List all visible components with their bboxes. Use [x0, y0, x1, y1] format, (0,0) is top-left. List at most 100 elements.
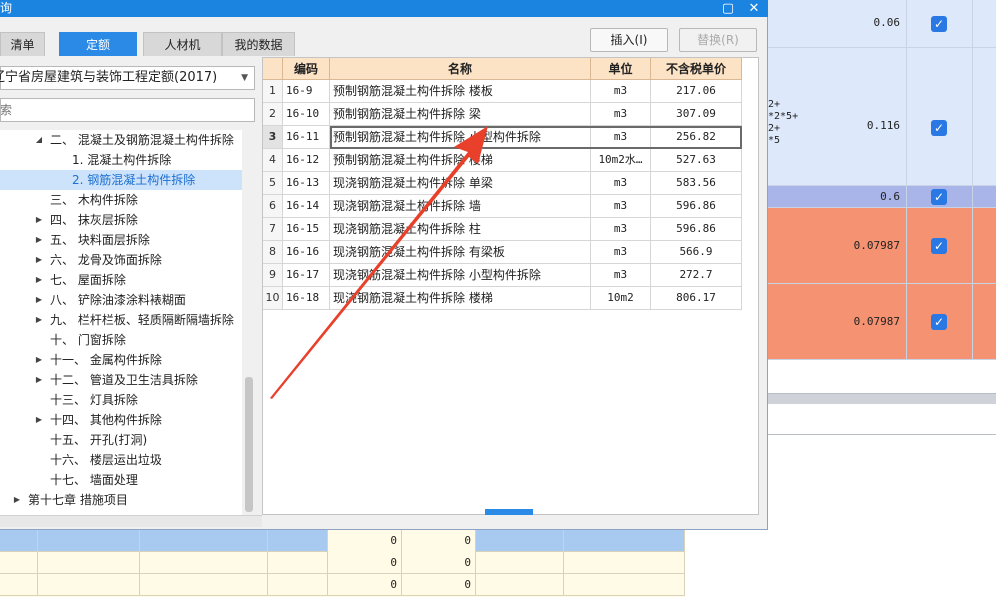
- table-row[interactable]: 1 16-9 预制钢筋混凝土构件拆除 楼板 m3 217.06: [263, 80, 742, 103]
- chapter-tree: ◢ 二、 混凝土及钢筋混凝土构件拆除 1. 混凝土构件拆除 2. 钢筋混凝土构件拆除三…: [0, 130, 242, 515]
- checkbox-checked-icon[interactable]: ✓: [931, 189, 947, 205]
- tree-node[interactable]: ▶ 七、 屋面拆除: [0, 270, 242, 290]
- checkbox-checked-icon[interactable]: ✓: [931, 120, 947, 136]
- collapsed-triangle-icon[interactable]: ▶: [12, 490, 22, 510]
- checkbox-checked-icon[interactable]: ✓: [931, 16, 947, 32]
- maximize-icon[interactable]: ▢: [719, 0, 737, 17]
- collapsed-triangle-icon[interactable]: ▶: [34, 210, 44, 230]
- collapsed-triangle-icon[interactable]: ▶: [34, 310, 44, 330]
- cell-code: 16-10: [283, 103, 330, 126]
- cell-name: 现浇钢筋混凝土构件拆除 柱: [330, 218, 591, 241]
- cell-name: 预制钢筋混凝土构件拆除 楼梯: [330, 149, 591, 172]
- tree-node[interactable]: ▶ 十二、 管道及卫生洁具拆除: [0, 370, 242, 390]
- tree-node[interactable]: ▶ 第十七章 措施项目: [0, 490, 242, 510]
- tree-node[interactable]: 2. 钢筋混凝土构件拆除: [0, 170, 242, 190]
- replace-button[interactable]: 替换(R): [679, 28, 757, 52]
- cell-code: 16-13: [283, 172, 330, 195]
- column-header-unit[interactable]: 单位: [591, 58, 651, 80]
- bg-cell: 0: [402, 574, 476, 596]
- collapsed-triangle-icon[interactable]: ▶: [34, 370, 44, 390]
- search-input[interactable]: [0, 98, 255, 122]
- expanded-triangle-icon[interactable]: ◢: [34, 130, 44, 150]
- table-row[interactable]: 8 16-16 现浇钢筋混凝土构件拆除 有梁板 m3 566.9: [263, 241, 742, 264]
- collapsed-triangle-icon[interactable]: ▶: [34, 270, 44, 290]
- tree-node[interactable]: 十五、 开孔(打洞): [0, 430, 242, 450]
- tree-node-label: 二、 混凝土及钢筋混凝土构件拆除: [50, 133, 234, 147]
- tree-node-label: 1. 混凝土构件拆除: [72, 153, 172, 167]
- tree-node[interactable]: 三、 木构件拆除: [0, 190, 242, 210]
- cell-name: 现浇钢筋混凝土构件拆除 楼梯: [330, 287, 591, 310]
- tree-vertical-scrollbar[interactable]: [243, 130, 255, 515]
- tree-node-label: 九、 栏杆栏板、轻质隔断隔墙拆除: [50, 313, 234, 327]
- collapsed-triangle-icon[interactable]: ▶: [34, 230, 44, 250]
- bg-cell: 0: [328, 530, 402, 552]
- cell-unit: 10m2水…: [591, 149, 651, 172]
- table-row[interactable]: 6 16-14 现浇钢筋混凝土构件拆除 墙 m3 596.86: [263, 195, 742, 218]
- cell-code: 16-9: [283, 80, 330, 103]
- tree-node[interactable]: ▶ 八、 铲除油漆涂料裱糊面: [0, 290, 242, 310]
- cell-price: 806.17: [651, 287, 742, 310]
- checkbox-checked-icon[interactable]: ✓: [931, 238, 947, 254]
- tree-node[interactable]: 1. 混凝土构件拆除: [0, 150, 242, 170]
- tree-node[interactable]: ▶ 十四、 其他构件拆除: [0, 410, 242, 430]
- cell-code: 16-14: [283, 195, 330, 218]
- column-header-price[interactable]: 不含税单价: [651, 58, 742, 80]
- close-icon[interactable]: ✕: [745, 0, 763, 17]
- tree-node[interactable]: ▶ 六、 龙骨及饰面拆除: [0, 250, 242, 270]
- tree-node-label: 2. 钢筋混凝土构件拆除: [72, 173, 196, 187]
- collapsed-triangle-icon[interactable]: ▶: [34, 410, 44, 430]
- insert-button[interactable]: 插入(I): [590, 28, 668, 52]
- cell-code: 16-16: [283, 241, 330, 264]
- tree-node-label: 第十七章 措施项目: [28, 493, 128, 507]
- bg-row: 2+ *2*5+ 2+ *5 0.116 ✓: [768, 48, 996, 186]
- table-row[interactable]: 9 16-17 现浇钢筋混凝土构件拆除 小型构件拆除 m3 272.7: [263, 264, 742, 287]
- cell-code: 16-18: [283, 287, 330, 310]
- tree-node[interactable]: ▶ 四、 抹灰层拆除: [0, 210, 242, 230]
- tab-my-data[interactable]: 我的数据: [222, 32, 295, 56]
- tree-node-label: 三、 木构件拆除: [50, 193, 138, 207]
- collapsed-triangle-icon[interactable]: ▶: [34, 350, 44, 370]
- tree-node[interactable]: 十三、 灯具拆除: [0, 390, 242, 410]
- column-header-rownum: [263, 58, 283, 80]
- tab-bill-items[interactable]: 清单: [0, 32, 45, 56]
- table-row[interactable]: 4 16-12 预制钢筋混凝土构件拆除 楼梯 10m2水… 527.63: [263, 149, 742, 172]
- tree-horizontal-scrollbar[interactable]: [0, 515, 262, 527]
- tree-node[interactable]: ▶ 九、 栏杆栏板、轻质隔断隔墙拆除: [0, 310, 242, 330]
- checkbox-checked-icon[interactable]: ✓: [931, 314, 947, 330]
- tree-node[interactable]: 十七、 墙面处理: [0, 470, 242, 490]
- cell-price: 307.09: [651, 103, 742, 126]
- cell-price: 596.86: [651, 218, 742, 241]
- tree-node[interactable]: ▶ 十一、 金属构件拆除: [0, 350, 242, 370]
- bg-row: 0.07987 ✓: [768, 208, 996, 284]
- chevron-down-icon: ▼: [241, 73, 248, 83]
- table-row[interactable]: 5 16-13 现浇钢筋混凝土构件拆除 单梁 m3 583.56: [263, 172, 742, 195]
- table-row[interactable]: 0 0: [0, 552, 685, 574]
- library-select[interactable]: 辽宁省房屋建筑与装饰工程定额(2017) ▼: [0, 66, 255, 90]
- cell-name: 现浇钢筋混凝土构件拆除 小型构件拆除: [330, 264, 591, 287]
- scrollbar-thumb[interactable]: [245, 377, 253, 512]
- panel-resize-handle[interactable]: [485, 509, 533, 515]
- table-row[interactable]: 0 0: [0, 574, 685, 596]
- table-row[interactable]: 3 16-11 预制钢筋混凝土构件拆除 小型构件拆除 m3 256.82: [263, 126, 742, 149]
- column-header-code[interactable]: 编码: [283, 58, 330, 80]
- table-row[interactable]: 0 0: [0, 530, 685, 552]
- dialog-titlebar[interactable]: 询 ▢ ✕: [0, 0, 768, 17]
- cell-unit: m3: [591, 264, 651, 287]
- bg-horizontal-scrollbar[interactable]: [768, 393, 996, 404]
- collapsed-triangle-icon[interactable]: ▶: [34, 250, 44, 270]
- collapsed-triangle-icon[interactable]: ▶: [34, 290, 44, 310]
- tree-node[interactable]: ◢ 二、 混凝土及钢筋混凝土构件拆除: [0, 130, 242, 150]
- table-row[interactable]: 2 16-10 预制钢筋混凝土构件拆除 梁 m3 307.09: [263, 103, 742, 126]
- tree-node[interactable]: 十、 门窗拆除: [0, 330, 242, 350]
- tree-node-label: 六、 龙骨及饰面拆除: [50, 253, 162, 267]
- table-row[interactable]: 7 16-15 现浇钢筋混凝土构件拆除 柱 m3 596.86: [263, 218, 742, 241]
- cell-unit: m3: [591, 241, 651, 264]
- column-header-name[interactable]: 名称: [330, 58, 591, 80]
- tab-labor-material-machine[interactable]: 人材机: [143, 32, 222, 56]
- cell-price: 583.56: [651, 172, 742, 195]
- tree-node[interactable]: ▶ 五、 块料面层拆除: [0, 230, 242, 250]
- cell-unit: m3: [591, 195, 651, 218]
- tab-quota[interactable]: 定额: [59, 32, 137, 56]
- table-row[interactable]: 10 16-18 现浇钢筋混凝土构件拆除 楼梯 10m2 806.17: [263, 287, 742, 310]
- tree-node[interactable]: 十六、 楼层运出垃圾: [0, 450, 242, 470]
